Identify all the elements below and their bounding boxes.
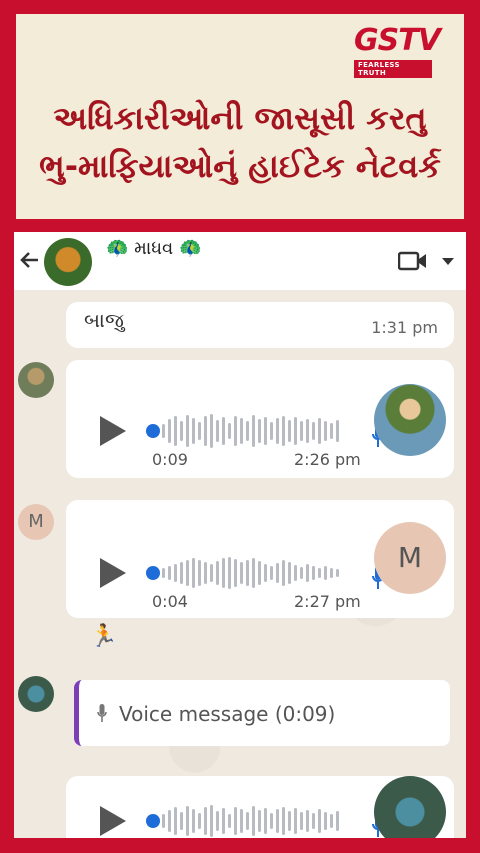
headline-line-2: ભુ-માફિયાઓનું હાઈટેક નેટવર્ક	[39, 147, 441, 185]
voice-duration: 0:04	[152, 592, 188, 611]
contact-avatar[interactable]	[44, 238, 92, 286]
message-time: 2:27 pm	[294, 592, 361, 611]
headline-title: અધિકારીઓની જાસૂસી કરતુ ભુ-માફિયાઓનું હાઈ…	[16, 94, 464, 190]
gstv-logo: GSTV FEARLESS TRUTH	[354, 23, 441, 78]
text-message-bubble: બાજુ 1:31 pm	[66, 302, 454, 348]
playback-position-dot[interactable]	[146, 814, 160, 828]
sender-avatar	[18, 362, 54, 398]
mic-icon	[97, 704, 107, 722]
waveform	[162, 413, 339, 449]
back-arrow-icon[interactable]	[18, 248, 42, 272]
waveform	[162, 555, 339, 591]
headline-line-1: અધિકારીઓની જાસૂસી કરતુ	[53, 99, 427, 137]
quoted-reply[interactable]: Voice message (0:09)	[74, 680, 450, 746]
message-time: 2:26 pm	[294, 450, 361, 469]
voice-duration: 0:09	[152, 450, 188, 469]
play-icon[interactable]	[100, 806, 126, 836]
chat-screenshot: GS 🦚 માધવ 🦚 બાજુ 1:31 pm 0:09 2:26 pm	[14, 232, 466, 838]
message-text: બાજુ	[84, 308, 124, 332]
sender-avatar	[18, 676, 54, 712]
waveform	[162, 803, 339, 838]
video-call-icon[interactable]	[398, 250, 428, 272]
running-emoji: 🏃	[90, 624, 118, 649]
voice-message-bubble: 0:04 2:27 pm M	[66, 500, 454, 618]
voice-sender-avatar	[374, 776, 446, 838]
chat-header: 🦚 માધવ 🦚	[14, 232, 466, 290]
play-icon[interactable]	[100, 416, 126, 446]
message-time: 1:31 pm	[371, 318, 438, 337]
playback-position-dot[interactable]	[146, 424, 160, 438]
voice-message-bubble: 0:09 2:26 pm	[66, 360, 454, 478]
voice-message-bubble	[66, 776, 454, 838]
voice-sender-avatar	[374, 384, 446, 456]
sender-avatar-m: M	[18, 504, 54, 540]
playback-position-dot[interactable]	[146, 566, 160, 580]
reply-text: Voice message (0:09)	[119, 702, 336, 726]
chevron-down-icon[interactable]	[442, 258, 454, 265]
logo-tagline: FEARLESS TRUTH	[354, 60, 432, 78]
contact-name[interactable]: 🦚 માધવ 🦚	[106, 238, 201, 259]
play-icon[interactable]	[100, 558, 126, 588]
voice-sender-avatar: M	[374, 522, 446, 594]
